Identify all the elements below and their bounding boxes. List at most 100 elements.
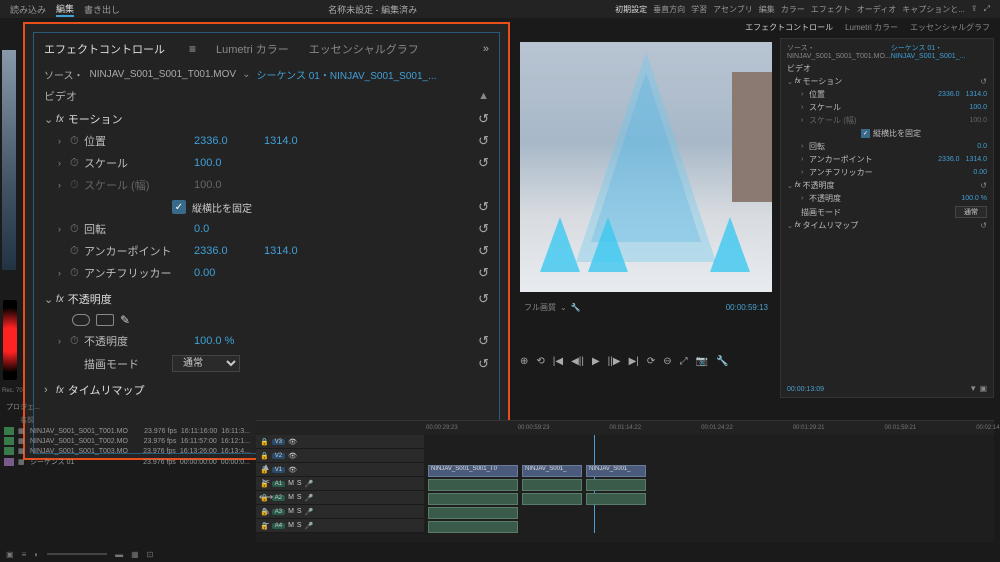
antiflicker-value[interactable]: 0.00 — [194, 267, 254, 279]
project-item[interactable]: ▦NINJAV_S001_S001_T002.MO23.976 fps16:11… — [2, 436, 252, 446]
opacity-value[interactable]: 100.0 % — [194, 335, 254, 347]
position-y[interactable]: 1314.0 — [264, 135, 298, 147]
twirl-opacity-val[interactable]: › — [58, 336, 70, 346]
stopwatch-icon[interactable]: ⏱ — [70, 157, 84, 170]
frame-back-icon[interactable]: ◀|| — [571, 356, 584, 367]
share-icon[interactable]: ⇪ — [971, 4, 978, 15]
ws-audio[interactable]: オーディオ — [857, 4, 896, 15]
mini-sequence[interactable]: シーケンス 01・NINJAV_S001_S001_... — [891, 43, 987, 60]
blend-mode-select[interactable]: 通常 — [172, 355, 240, 372]
pen-tool-icon[interactable]: ✎ — [258, 507, 274, 518]
new-bin-icon[interactable]: ▬ — [115, 550, 123, 559]
twirl-motion[interactable]: ⌄ — [44, 113, 56, 126]
reset-antiflicker-icon[interactable]: ↺ — [478, 265, 489, 281]
anchor-x[interactable]: 2336.0 — [194, 245, 254, 257]
audio-clip[interactable] — [586, 479, 646, 491]
audio-clip[interactable] — [428, 507, 518, 519]
reset-position-icon[interactable]: ↺ — [478, 133, 489, 149]
razor-tool-icon[interactable]: ✂ — [258, 477, 274, 488]
ws-assembly[interactable]: アセンブリ — [713, 4, 753, 15]
program-timecode[interactable]: 00:00:59:13 — [726, 303, 768, 312]
overflow-icon[interactable]: » — [483, 43, 489, 55]
ws-color[interactable]: カラー — [781, 4, 805, 15]
frame-fwd-icon[interactable]: ||▶ — [608, 356, 621, 367]
fullscreen-icon[interactable]: ⤢ — [984, 4, 990, 15]
sequence-link[interactable]: シーケンス 01・NINJAV_S001_S001_... — [256, 67, 436, 82]
twirl-position[interactable]: › — [58, 136, 70, 146]
audio-clip[interactable] — [522, 479, 582, 491]
tab-lumetri-main[interactable]: Lumetri カラー — [216, 41, 289, 57]
go-out-icon[interactable]: ▶| — [629, 356, 639, 367]
rect-mask-icon[interactable] — [96, 314, 114, 326]
video-clip[interactable]: NINJAV_S001_S001_T0 — [428, 465, 518, 477]
mini-timecode[interactable]: 00:00:13:09 — [787, 386, 824, 393]
selection-tool-icon[interactable]: ▲ — [258, 462, 274, 473]
twirl-opacity[interactable]: ⌄ — [44, 293, 56, 306]
safe-margins-icon[interactable]: ⤢ — [680, 356, 688, 367]
zoom-slider[interactable] — [47, 553, 107, 555]
twirl-rotation[interactable]: › — [58, 224, 70, 234]
reset-uniform-icon[interactable]: ↺ — [478, 199, 489, 215]
reset-opacity-group-icon[interactable]: ↺ — [478, 291, 489, 307]
reset-motion-icon[interactable]: ↺ — [478, 111, 489, 127]
step-back-icon[interactable]: ⟲ — [536, 356, 544, 367]
reset-blend-icon[interactable]: ↺ — [478, 356, 489, 372]
reset-scale-icon[interactable]: ↺ — [478, 155, 489, 171]
add-marker-icon[interactable]: ⊕ — [520, 356, 528, 367]
tab-effect-controls[interactable]: エフェクトコントロール — [745, 22, 833, 33]
type-tool-icon[interactable]: T — [258, 522, 274, 533]
rotation-value[interactable]: 0.0 — [194, 223, 254, 235]
project-item[interactable]: ▦NINJAV_S001_S001_T003.MO23.976 fps16:13… — [2, 446, 252, 456]
play-icon[interactable]: ▶ — [592, 356, 600, 367]
col-name[interactable]: 名前 — [20, 415, 250, 425]
preview-image[interactable] — [520, 42, 772, 292]
twirl-timeremap[interactable]: › — [44, 384, 56, 396]
stopwatch-icon[interactable]: ⏱ — [70, 135, 84, 148]
menu-import[interactable]: 読み込み — [10, 3, 46, 16]
step-fwd-icon[interactable]: ⟳ — [647, 356, 655, 367]
settings-icon[interactable]: 🔧 — [571, 303, 581, 312]
quality-chevron-icon[interactable]: ⌄ — [560, 303, 567, 312]
twirl-scale-w[interactable]: › — [58, 180, 70, 190]
stopwatch-icon[interactable]: ⏱ — [70, 245, 84, 258]
stopwatch-icon[interactable]: ⏱ — [70, 223, 84, 236]
audio-clip[interactable] — [586, 493, 646, 505]
trash-icon[interactable]: ⊡ — [147, 550, 154, 559]
audio-clip[interactable] — [428, 493, 518, 505]
list-view-icon[interactable]: ▣ — [6, 550, 14, 559]
audio-clip[interactable] — [522, 493, 582, 505]
new-item-icon[interactable]: ▦ — [131, 550, 139, 559]
twirl-antiflicker[interactable]: › — [58, 268, 70, 278]
tab-essential-main[interactable]: エッセンシャルグラフ — [309, 41, 419, 57]
anchor-y[interactable]: 1314.0 — [264, 245, 298, 257]
pen-mask-icon[interactable]: ✎ — [120, 313, 130, 327]
go-in-icon[interactable]: |◀ — [553, 356, 563, 367]
slip-tool-icon[interactable]: ⟷ — [258, 492, 274, 503]
ws-captions[interactable]: キャプションと... — [902, 4, 965, 15]
ws-learn[interactable]: 学習 — [691, 4, 707, 15]
freeform-icon[interactable]: ◐ — [34, 550, 39, 559]
ws-effects[interactable]: エフェクト — [811, 4, 851, 15]
panel-menu-icon[interactable]: ≡ — [189, 42, 196, 56]
reset-opacity-icon[interactable]: ↺ — [478, 333, 489, 349]
stopwatch-icon[interactable]: ⏱ — [70, 335, 84, 348]
loop-icon[interactable]: ⊖ — [663, 356, 671, 367]
video-clip[interactable]: NINJAV_S001_ — [522, 465, 582, 477]
ws-edit[interactable]: 編集 — [759, 4, 775, 15]
tab-essential-graphics[interactable]: エッセンシャルグラフ — [910, 22, 990, 33]
audio-clip[interactable] — [428, 521, 518, 533]
uniform-scale-checkbox[interactable]: ✓ — [172, 200, 186, 214]
ws-vertical[interactable]: 垂直方向 — [653, 4, 685, 15]
menu-edit[interactable]: 編集 — [56, 2, 74, 17]
project-item[interactable]: ▦NINJAV_S001_S001_T001.MO23.976 fps16:11… — [2, 426, 252, 436]
ws-default[interactable]: 初期設定 — [615, 4, 647, 15]
video-clip[interactable]: NINJAV_S001_ — [586, 465, 646, 477]
twirl-scale[interactable]: › — [58, 158, 70, 168]
audio-clip[interactable] — [428, 479, 518, 491]
collapse-icon[interactable]: ▲ — [478, 90, 489, 102]
track-content[interactable]: NINJAV_S001_S001_T0 NINJAV_S001_ NINJAV_… — [424, 435, 994, 533]
project-item[interactable]: ▦シーケンス 0123.976 fps00:00:00:0000:00:0... — [2, 456, 252, 468]
scale-value[interactable]: 100.0 — [194, 157, 254, 169]
export-frame-icon[interactable]: 📷 — [696, 356, 708, 367]
timeline-ruler[interactable]: 00:00:29:2300:00:59:2300:01:14:2200:01:2… — [256, 421, 994, 435]
